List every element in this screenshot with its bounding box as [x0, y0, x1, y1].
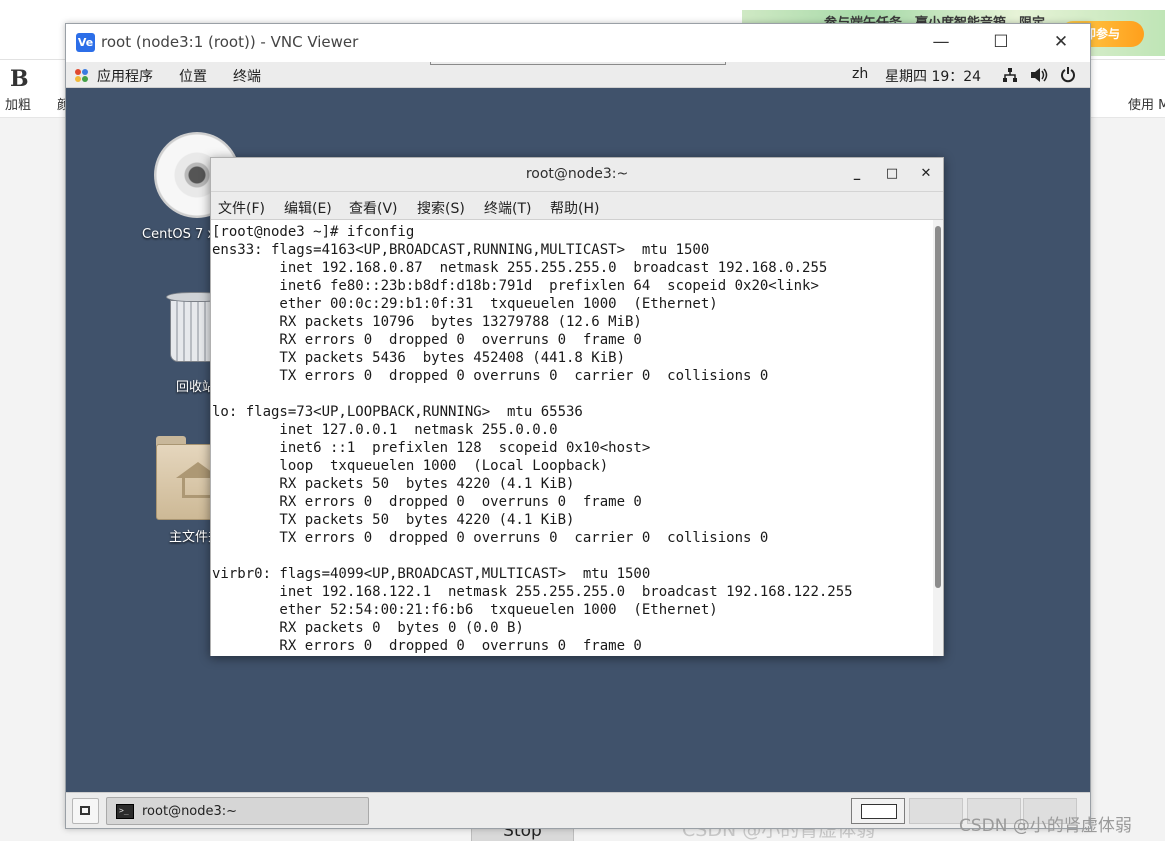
terminal-window: root@node3:~ _ □ ✕ 文件(F) 编辑(E) 查看(V) 搜索(… [210, 157, 944, 656]
terminal-line: ens33: flags=4163<UP,BROADCAST,RUNNING,M… [212, 242, 710, 258]
power-icon[interactable] [1060, 66, 1076, 83]
applications-icon [75, 69, 88, 82]
terminal-line: [root@node3 ~]# ifconfig [212, 224, 415, 240]
terminal-line: RX errors 0 dropped 0 overruns 0 frame 0 [212, 638, 642, 654]
window-title: root (node3:1 (root)) - VNC Viewer [101, 33, 359, 51]
terminal-title: root@node3:~ [525, 166, 629, 182]
workspace-2[interactable] [909, 798, 963, 824]
watermark: CSDN @小的肾虚体弱 [959, 816, 1132, 836]
maximize-button[interactable]: ☐ [978, 24, 1024, 62]
terminal-line: TX packets 50 bytes 4220 (4.1 KiB) [212, 512, 575, 528]
terminal-line: ether 00:0c:29:b1:0f:31 txqueuelen 1000 … [212, 296, 718, 312]
terminal-line: RX packets 10796 bytes 13279788 (12.6 Mi… [212, 314, 642, 330]
vnc-viewer-window: Ve root (node3:1 (root)) - VNC Viewer — … [65, 23, 1091, 829]
terminal-scrollbar[interactable] [933, 220, 943, 656]
terminal-line: RX packets 0 bytes 0 (0.0 B) [212, 620, 524, 636]
gnome-top-panel: 应用程序 位置 终端 zh 星期四 19：24 [66, 62, 1090, 88]
use-label: 使用 M [1128, 98, 1165, 113]
terminal-close-button[interactable]: ✕ [916, 164, 936, 184]
vnc-logo-icon: Ve [76, 33, 95, 52]
taskbar-terminal[interactable]: >_ root@node3:~ [106, 797, 369, 825]
input-method-indicator[interactable]: zh [852, 66, 868, 82]
scrollbar-thumb[interactable] [935, 226, 941, 588]
bold-icon[interactable]: B [10, 66, 29, 92]
workspace-1[interactable] [851, 798, 905, 824]
close-button[interactable]: ✕ [1038, 24, 1084, 62]
terminal-line: inet6 ::1 prefixlen 128 scopeid 0x10<hos… [212, 440, 651, 456]
panel-artifact [430, 62, 726, 65]
places-menu[interactable]: 位置 [179, 66, 207, 86]
menu-edit[interactable]: 编辑(E) [284, 198, 332, 218]
terminal-line: TX errors 0 dropped 0 overruns 0 carrier… [212, 530, 769, 546]
terminal-menubar: 文件(F) 编辑(E) 查看(V) 搜索(S) 终端(T) 帮助(H) [211, 192, 943, 220]
menu-search[interactable]: 搜索(S) [417, 198, 465, 218]
terminal-line: RX errors 0 dropped 0 overruns 0 frame 0 [212, 332, 642, 348]
terminal-line: TX packets 5436 bytes 452408 (441.8 KiB) [212, 350, 626, 366]
terminal-line: virbr0: flags=4099<UP,BROADCAST,MULTICAS… [212, 566, 651, 582]
terminal-maximize-button[interactable]: □ [882, 164, 902, 184]
terminal-line: loop txqueuelen 1000 (Local Loopback) [212, 458, 609, 474]
network-icon[interactable] [1002, 67, 1018, 83]
menu-terminal[interactable]: 终端(T) [484, 198, 531, 218]
terminal-menu[interactable]: 终端 [233, 66, 261, 86]
terminal-line: inet 192.168.122.1 netmask 255.255.255.0… [212, 584, 853, 600]
taskbar-terminal-label: root@node3:~ [142, 804, 238, 819]
bold-label: 加粗 [5, 98, 32, 113]
terminal-line: lo: flags=73<UP,LOOPBACK,RUNNING> mtu 65… [212, 404, 583, 420]
menu-view[interactable]: 查看(V) [349, 198, 398, 218]
terminal-line: ether 52:54:00:21:f6:b6 txqueuelen 1000 … [212, 602, 718, 618]
terminal-line: inet6 fe80::23b:b8df:d18b:791d prefixlen… [212, 278, 819, 294]
terminal-line: inet 127.0.0.1 netmask 255.0.0.0 [212, 422, 558, 438]
applications-menu[interactable]: 应用程序 [97, 66, 153, 86]
menu-file[interactable]: 文件(F) [218, 198, 265, 218]
minimize-button[interactable]: — [918, 24, 964, 62]
volume-icon[interactable] [1030, 67, 1048, 83]
vnc-title-bar[interactable]: Ve root (node3:1 (root)) - VNC Viewer — … [66, 24, 1090, 62]
terminal-line: RX errors 0 dropped 0 overruns 0 frame 0 [212, 494, 642, 510]
clock[interactable]: 星期四 19：24 [885, 66, 981, 86]
terminal-icon: >_ [116, 804, 134, 819]
terminal-line: TX errors 0 dropped 0 overruns 0 carrier… [212, 368, 769, 384]
terminal-title-bar[interactable]: root@node3:~ _ □ ✕ [211, 158, 943, 192]
terminal-minimize-button[interactable]: _ [847, 164, 867, 184]
terminal-line: RX packets 50 bytes 4220 (4.1 KiB) [212, 476, 575, 492]
desktop-icon-label-cd[interactable]: CentOS 7 x [142, 227, 215, 242]
terminal-line: inet 192.168.0.87 netmask 255.255.255.0 … [212, 260, 828, 276]
gnome-bottom-panel: >_ root@node3:~ [66, 792, 1090, 828]
terminal-output[interactable]: [root@node3 ~]# ifconfig ens33: flags=41… [211, 220, 933, 656]
show-desktop-icon[interactable] [72, 798, 99, 824]
desktop: CentOS 7 x 回收站 主文件夹 root@node3:~ _ □ ✕ 文… [66, 88, 1090, 792]
menu-help[interactable]: 帮助(H) [550, 198, 599, 218]
